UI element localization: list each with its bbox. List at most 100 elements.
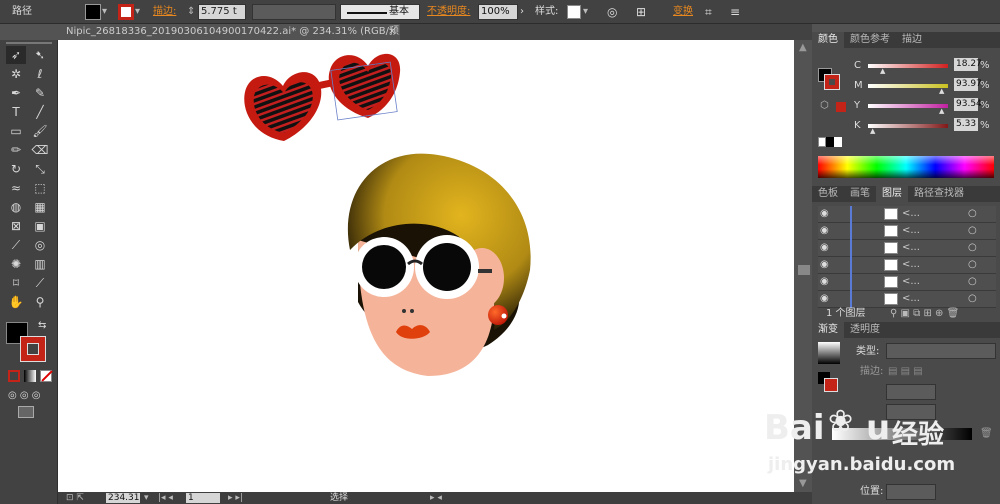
width-tool-icon[interactable]: ≈ [6, 179, 26, 197]
stepper-icon[interactable]: ⇕ [187, 4, 195, 20]
channel-slider[interactable] [868, 124, 948, 128]
color-mode-icon[interactable] [8, 370, 20, 382]
eye-icon[interactable]: ◉ [820, 208, 829, 219]
none-black-white[interactable] [818, 137, 842, 147]
tab-brushes[interactable]: 画笔 [844, 186, 876, 202]
tab-transparency[interactable]: 透明度 [844, 322, 886, 338]
recolor-icon[interactable]: ◎ [607, 4, 617, 20]
isolate-icon[interactable]: ⌗ [705, 4, 712, 20]
none-swatch[interactable] [818, 137, 826, 147]
opacity-label[interactable]: 不透明度: [427, 4, 470, 20]
woman-face[interactable] [347, 153, 531, 376]
rotate-tool-icon[interactable]: ↻ [6, 160, 26, 178]
chevron-right-icon[interactable]: › [520, 4, 524, 20]
next-page-icon[interactable]: ▸ ▸| [228, 492, 243, 504]
tab-layers[interactable]: 图层 [876, 186, 908, 202]
target-icon[interactable]: ○ [968, 293, 977, 304]
target-icon[interactable]: ○ [968, 208, 977, 219]
selection-tool-icon[interactable]: ➶ [6, 46, 26, 64]
paintbrush-icon[interactable]: 🖌 [30, 122, 50, 140]
eye-icon[interactable]: ◉ [820, 293, 829, 304]
layer-row[interactable]: ◉ <... ○ [818, 206, 996, 223]
eye-icon[interactable]: ◉ [820, 276, 829, 287]
chevron-down-icon[interactable]: ▾ [144, 492, 149, 504]
chevron-down-icon[interactable]: ▾ [102, 4, 107, 20]
color-spectrum[interactable] [818, 156, 994, 178]
artboard-nav-icon[interactable]: ⊡ ⇱ [66, 492, 84, 504]
close-icon[interactable]: × [388, 24, 396, 40]
scale-tool-icon[interactable]: ⤡ [30, 160, 50, 178]
symbol-sprayer-icon[interactable]: ✺ [6, 255, 26, 273]
heart-glasses[interactable] [244, 53, 401, 141]
zoom-field[interactable]: 234.31 [106, 493, 140, 503]
style-swatch[interactable] [567, 5, 581, 19]
gradient-preview[interactable] [818, 342, 840, 364]
stroke-color-box[interactable] [20, 336, 46, 362]
target-icon[interactable]: ○ [968, 259, 977, 270]
shape-builder-icon[interactable]: ◍ [6, 198, 26, 216]
variable-width-select[interactable] [252, 4, 336, 20]
target-icon[interactable]: ○ [968, 276, 977, 287]
panel-stroke-swatch[interactable] [824, 74, 840, 90]
direct-selection-tool-icon[interactable]: ➷ [30, 46, 50, 64]
pencil-icon[interactable]: ✏ [6, 141, 26, 159]
tab-swatches[interactable]: 色板 [812, 186, 844, 202]
channel-slider[interactable] [868, 104, 948, 108]
stroke-swatch[interactable] [118, 4, 134, 20]
channel-value[interactable]: 18.27 [954, 58, 982, 71]
target-icon[interactable]: ○ [968, 242, 977, 253]
artboard[interactable] [58, 40, 794, 492]
rectangle-tool-icon[interactable]: ▭ [6, 122, 26, 140]
opacity-input[interactable]: 100% [478, 4, 518, 20]
channel-value[interactable]: 93.97 [954, 78, 982, 91]
slice-tool-icon[interactable]: ⟋ [30, 274, 50, 292]
mesh-tool-icon[interactable]: ⊠ [6, 217, 26, 235]
gradient-mode-icon[interactable] [24, 370, 36, 382]
slider-handle-icon[interactable]: ▲ [880, 67, 885, 75]
line-tool-icon[interactable]: ╱ [30, 103, 50, 121]
tab-gradient[interactable]: 渐变 [812, 322, 844, 338]
channel-value[interactable]: 93.54 [954, 98, 982, 111]
blend-tool-icon[interactable]: ◎ [30, 236, 50, 254]
eye-icon[interactable]: ◉ [820, 225, 829, 236]
black-swatch[interactable] [826, 137, 834, 147]
artboard-tool-icon[interactable]: ⌑ [6, 274, 26, 292]
page-field[interactable]: 1 [186, 493, 220, 503]
white-swatch[interactable] [834, 137, 842, 147]
tab-color[interactable]: 颜色 [812, 32, 844, 48]
scroll-up-icon[interactable]: ▲ [799, 40, 807, 56]
slider-handle-icon[interactable]: ▲ [939, 107, 944, 115]
pen-tool-icon[interactable]: ✒ [6, 84, 26, 102]
stroke-gradient-icons[interactable]: ▤ ▤ ▤ [888, 364, 923, 380]
swap-colors-icon[interactable]: ⇆ [38, 318, 46, 334]
gradient-stroke-swatch[interactable] [824, 378, 838, 392]
channel-slider[interactable] [868, 84, 948, 88]
chevron-down-icon[interactable]: ▾ [583, 4, 588, 20]
stroke-weight-input[interactable]: 5.775 t [198, 4, 246, 20]
transform-link[interactable]: 变换 [673, 4, 693, 20]
target-icon[interactable]: ○ [968, 225, 977, 236]
eyedropper-icon[interactable]: ⟋ [6, 236, 26, 254]
gradient-angle-field[interactable] [886, 384, 936, 400]
none-mode-icon[interactable] [40, 370, 53, 382]
eraser-icon[interactable]: ⌫ [30, 141, 50, 159]
channel-value[interactable]: 5.33 [954, 118, 978, 131]
free-transform-icon[interactable]: ⬚ [30, 179, 50, 197]
document-tab[interactable]: Nipic_26818336_20190306104900170422.ai* … [58, 24, 400, 40]
fill-swatch[interactable] [85, 4, 101, 20]
layer-row[interactable]: ◉ <... ○ [818, 257, 996, 274]
tab-stroke[interactable]: 描边 [896, 32, 928, 48]
cube-icon[interactable]: ⬡ [820, 98, 829, 114]
scroll-thumb[interactable] [798, 265, 810, 275]
perspective-grid-icon[interactable]: ▦ [30, 198, 50, 216]
tab-pathfinder[interactable]: 路径查找器 [908, 186, 970, 202]
column-graph-icon[interactable]: ▥ [30, 255, 50, 273]
eye-icon[interactable]: ◉ [820, 259, 829, 270]
lasso-icon[interactable]: ℓ [30, 65, 50, 83]
chevron-down-icon[interactable]: ▾ [135, 4, 140, 20]
layers-actions-icon[interactable]: ⚲ ▣ ⧉ ⊞ ⊕ 🗑 [890, 306, 959, 322]
layer-row[interactable]: ◉ <... ○ [818, 274, 996, 291]
zoom-tool-icon[interactable]: ⚲ [30, 293, 50, 311]
layer-row[interactable]: ◉ <... ○ [818, 240, 996, 257]
align-icon[interactable]: ⊞ [636, 4, 646, 20]
